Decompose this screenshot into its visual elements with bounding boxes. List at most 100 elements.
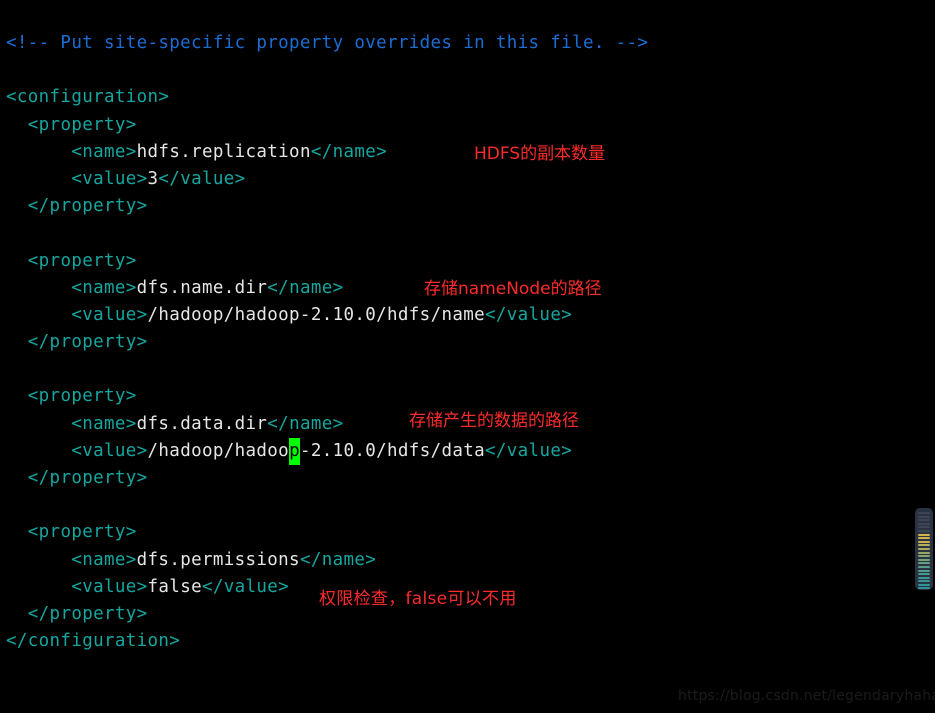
code-line[interactable]: </property> bbox=[6, 193, 648, 220]
code-line[interactable]: </property> bbox=[6, 329, 648, 356]
minimap-row bbox=[918, 519, 930, 522]
code-token-tag: </name> bbox=[310, 141, 388, 162]
code-token-tag: </name> bbox=[299, 549, 377, 570]
minimap-row bbox=[918, 580, 930, 583]
code-token-tag: <property> bbox=[27, 250, 137, 271]
code-token-text: -2.10.0/hdfs/data bbox=[299, 440, 486, 461]
annotation-data-dir: 存储产生的数据的路径 bbox=[409, 411, 579, 431]
code-token-tag: </value> bbox=[158, 168, 246, 189]
code-line[interactable]: <property> bbox=[6, 112, 648, 139]
code-token-tag: <name> bbox=[71, 277, 137, 298]
minimap-row bbox=[918, 576, 930, 579]
code-token-tag: <configuration> bbox=[6, 87, 170, 108]
code-token-tag: </property> bbox=[27, 468, 148, 488]
minimap-row bbox=[918, 587, 930, 590]
minimap-row bbox=[918, 555, 930, 558]
annotation-replication: HDFS的副本数量 bbox=[474, 144, 606, 164]
code-line[interactable]: <property> bbox=[6, 519, 648, 546]
code-line[interactable]: <value>3</value> bbox=[6, 166, 648, 193]
code-token-tag: </value> bbox=[485, 304, 573, 325]
code-token-tag: <property> bbox=[27, 386, 137, 407]
code-token-tag: <property> bbox=[27, 114, 137, 135]
code-token-tag: <name> bbox=[71, 549, 137, 570]
minimap-row bbox=[918, 540, 930, 543]
code-line[interactable] bbox=[6, 57, 648, 84]
code-line[interactable] bbox=[6, 220, 648, 247]
minimap-row bbox=[918, 512, 930, 514]
code-content[interactable]: <!-- Put site-specific property override… bbox=[6, 30, 648, 655]
code-line[interactable]: <configuration> bbox=[6, 84, 648, 111]
code-token-tag: </property> bbox=[27, 332, 148, 353]
minimap-row bbox=[918, 522, 930, 525]
text-cursor: p bbox=[289, 437, 300, 466]
minimap-row bbox=[918, 515, 930, 518]
code-token-tag: <value> bbox=[71, 440, 148, 461]
minimap-row bbox=[918, 569, 930, 572]
code-line[interactable]: <value>/hadoop/hadoop-2.10.0/hdfs/data</… bbox=[6, 437, 648, 466]
code-token-tag: <property> bbox=[27, 522, 137, 543]
minimap-row bbox=[918, 533, 930, 536]
code-line[interactable]: <property> bbox=[6, 248, 648, 275]
code-token-tag: <value> bbox=[71, 576, 148, 597]
code-token-text: false bbox=[147, 576, 202, 597]
code-token-text: dfs.data.dir bbox=[136, 413, 268, 434]
minimap-row bbox=[918, 558, 930, 561]
code-token-tag: </name> bbox=[267, 277, 344, 298]
minimap-row bbox=[918, 565, 930, 568]
code-editor-pane[interactable]: <!-- Put site-specific property override… bbox=[0, 0, 935, 713]
code-line[interactable]: <property> bbox=[6, 383, 648, 410]
code-token-tag: </value> bbox=[201, 576, 290, 597]
minimap-row bbox=[918, 583, 930, 586]
code-token-text: /hadoop/hadoop-2.10.0/hdfs/name bbox=[147, 304, 485, 325]
minimap-row bbox=[918, 529, 930, 532]
minimap-row bbox=[918, 526, 930, 529]
code-token-tag: </configuration> bbox=[6, 631, 181, 652]
code-token-tag: </property> bbox=[27, 603, 148, 624]
code-token-tag: <name> bbox=[71, 413, 137, 434]
code-token-text: 3 bbox=[147, 168, 159, 189]
code-token-tag: <name> bbox=[71, 141, 137, 162]
code-line[interactable]: </property> bbox=[6, 465, 648, 492]
code-token-text: /hadoop/hadoo bbox=[147, 440, 290, 461]
minimap-row bbox=[918, 537, 930, 540]
code-line[interactable] bbox=[6, 492, 648, 519]
code-token-tag: </value> bbox=[485, 440, 573, 461]
minimap-row bbox=[918, 573, 930, 576]
code-token-tag: </name> bbox=[267, 413, 344, 434]
code-token-tag: </property> bbox=[27, 196, 148, 217]
scrollbar-minimap[interactable] bbox=[915, 508, 933, 590]
code-token-tag: <value> bbox=[71, 304, 148, 325]
minimap-row bbox=[918, 544, 930, 547]
code-line[interactable]: </configuration> bbox=[6, 628, 648, 655]
code-token-comment: <!-- Put site-specific property override… bbox=[6, 33, 649, 53]
minimap-row bbox=[918, 551, 930, 554]
code-line[interactable]: <name>dfs.permissions</name> bbox=[6, 547, 648, 574]
code-line[interactable]: <!-- Put site-specific property override… bbox=[6, 30, 648, 57]
minimap-row bbox=[918, 547, 930, 550]
annotation-name-dir: 存储nameNode的路径 bbox=[424, 279, 602, 299]
code-token-text: dfs.name.dir bbox=[136, 277, 268, 298]
code-token-text: hdfs.replication bbox=[136, 141, 311, 162]
minimap-row bbox=[918, 562, 930, 565]
code-token-text: dfs.permissions bbox=[136, 549, 300, 570]
code-line[interactable] bbox=[6, 356, 648, 383]
annotation-permissions: 权限检查，false可以不用 bbox=[319, 589, 517, 609]
code-line[interactable]: <value>/hadoop/hadoop-2.10.0/hdfs/name</… bbox=[6, 302, 648, 329]
code-token-tag: <value> bbox=[71, 168, 148, 189]
